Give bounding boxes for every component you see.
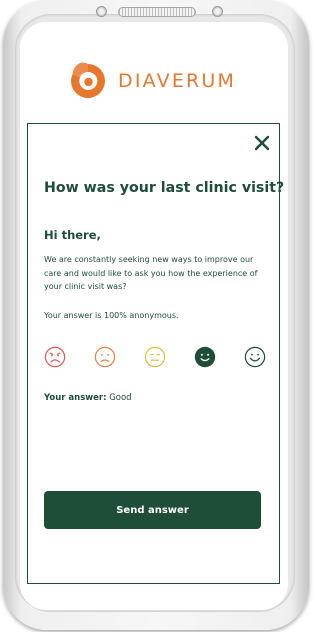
intro-paragraph: We are constantly seeking new ways to im… xyxy=(44,255,258,291)
very-happy-face-icon[interactable] xyxy=(244,346,266,368)
sad-face-icon[interactable] xyxy=(94,346,116,368)
answer-label: Your answer: xyxy=(44,393,107,403)
rating-faces xyxy=(44,345,266,369)
brand-logo: DIAVERUM xyxy=(68,60,236,102)
survey-card: How was your last clinic visit? Hi there… xyxy=(27,123,284,584)
app-screen: DIAVERUM How was your last clinic visit?… xyxy=(20,22,288,610)
survey-title: How was your last clinic visit? xyxy=(44,180,285,196)
speaker-icon xyxy=(118,7,196,17)
phone-top-sensors xyxy=(0,3,315,21)
brand-name: DIAVERUM xyxy=(118,70,237,92)
selected-answer: Your answer: Good xyxy=(44,393,132,403)
send-answer-button[interactable]: Send answer xyxy=(44,491,261,529)
anonymity-note: Your answer is 100% anonymous. xyxy=(44,311,179,320)
neutral-face-icon[interactable] xyxy=(144,346,166,368)
diaverum-logo-mark-icon xyxy=(70,62,105,98)
sensor-icon xyxy=(212,6,223,17)
happy-face-icon[interactable] xyxy=(194,346,216,368)
greeting-heading: Hi there, xyxy=(44,228,101,242)
front-camera-icon xyxy=(96,6,107,17)
very-sad-face-icon[interactable] xyxy=(44,346,66,368)
close-icon[interactable] xyxy=(253,134,271,152)
answer-value: Good xyxy=(109,393,132,403)
